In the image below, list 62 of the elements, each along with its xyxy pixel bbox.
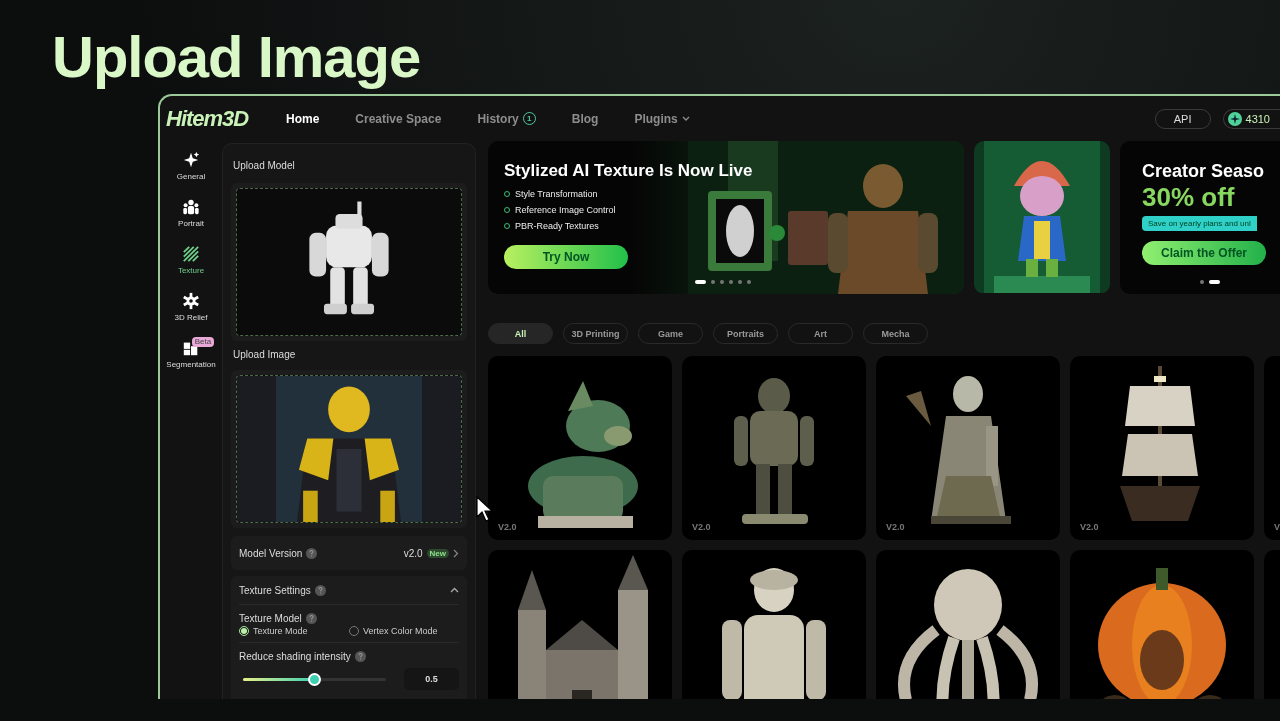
carousel-dot[interactable]: [720, 280, 724, 284]
sparkle-icon: [182, 151, 200, 169]
field-label: Reduce shading intensity: [239, 651, 351, 662]
version-tag: V: [1274, 522, 1280, 532]
beta-badge: Beta: [191, 337, 215, 347]
bullet-text: Reference Image Control: [515, 205, 616, 215]
offer-banner[interactable]: Creator Seaso 30% off Save on yearly plans and unl Claim the Offer: [1120, 141, 1280, 294]
rail-item[interactable]: General: [161, 151, 221, 181]
version-value: v2.0: [403, 547, 423, 559]
sparkle-icon: [1227, 111, 1242, 126]
offer-note: Save on yearly plans and unl: [1142, 216, 1257, 231]
bullet-text: PBR-Ready Textures: [515, 221, 599, 231]
promo-banner[interactable]: Stylized AI Texture Is Now Live Style Transformation Reference Image Control PBR-Ready Textures Try Now: [488, 141, 964, 294]
carousel-dot[interactable]: [711, 280, 715, 284]
nav-link[interactable]: Home: [286, 111, 320, 126]
nav-link[interactable]: Blog: [571, 111, 599, 126]
nav-link[interactable]: Plugins: [634, 111, 690, 126]
row-label: Model Version: [239, 547, 303, 559]
asterisk-icon: [182, 292, 200, 310]
carousel-dot[interactable]: [1200, 280, 1204, 284]
carousel-dot[interactable]: [738, 280, 742, 284]
carousel-dot[interactable]: [729, 280, 733, 284]
rail-item[interactable]: Texture: [161, 245, 221, 275]
slider-thumb[interactable]: [308, 672, 322, 686]
claim-offer-button[interactable]: Claim the Offer: [1142, 241, 1266, 265]
filter-chip[interactable]: All: [488, 323, 553, 344]
rail-item[interactable]: Portrait: [161, 198, 221, 228]
people-icon: [182, 198, 200, 216]
rail-item[interactable]: 3D Relief: [161, 292, 221, 322]
new-badge: New: [426, 548, 449, 558]
card-title: Texture Settings: [239, 584, 311, 596]
page-heading: Upload Image: [51, 23, 422, 91]
cursor-icon: [476, 496, 494, 522]
carousel-dot[interactable]: [747, 280, 751, 284]
version-tag: V2.0: [1080, 522, 1099, 532]
field-label: Texture Model: [239, 613, 302, 624]
discount-text: 30% off: [1142, 182, 1235, 212]
banner-title: Stylized AI Texture Is Now Live: [504, 161, 754, 181]
help-icon: [306, 547, 318, 559]
nav-link[interactable]: Creative Space: [355, 111, 442, 126]
banner-title: Creator Seaso: [1142, 161, 1265, 182]
chevron-icon[interactable]: [450, 587, 459, 593]
help-icon: [314, 584, 326, 596]
version-tag: V2.0: [498, 522, 517, 532]
try-now-button[interactable]: Try Now: [504, 245, 628, 269]
stripes-icon: [182, 245, 200, 263]
radio-option[interactable]: Texture Mode: [239, 626, 349, 636]
logo[interactable]: Hitem3D: [166, 105, 286, 132]
help-icon: [305, 613, 317, 624]
model-version-row[interactable]: Model Version v2.0 New: [231, 536, 467, 570]
value-field[interactable]: 0.5: [403, 668, 459, 690]
bullet-text: Style Transformation: [515, 189, 598, 199]
section-label: Upload Model: [233, 160, 296, 171]
version-tag: V2.0: [886, 522, 905, 532]
chevron-icon: [453, 548, 459, 558]
section-label: Upload Image: [233, 349, 297, 360]
chevron-icon: [681, 115, 690, 122]
version-tag: V2.0: [692, 522, 711, 532]
credits-count: 4310: [1245, 112, 1270, 125]
nav-link[interactable]: History 1: [477, 111, 536, 126]
radio-option[interactable]: Vertex Color Mode: [349, 626, 459, 636]
help-icon: [354, 651, 366, 662]
